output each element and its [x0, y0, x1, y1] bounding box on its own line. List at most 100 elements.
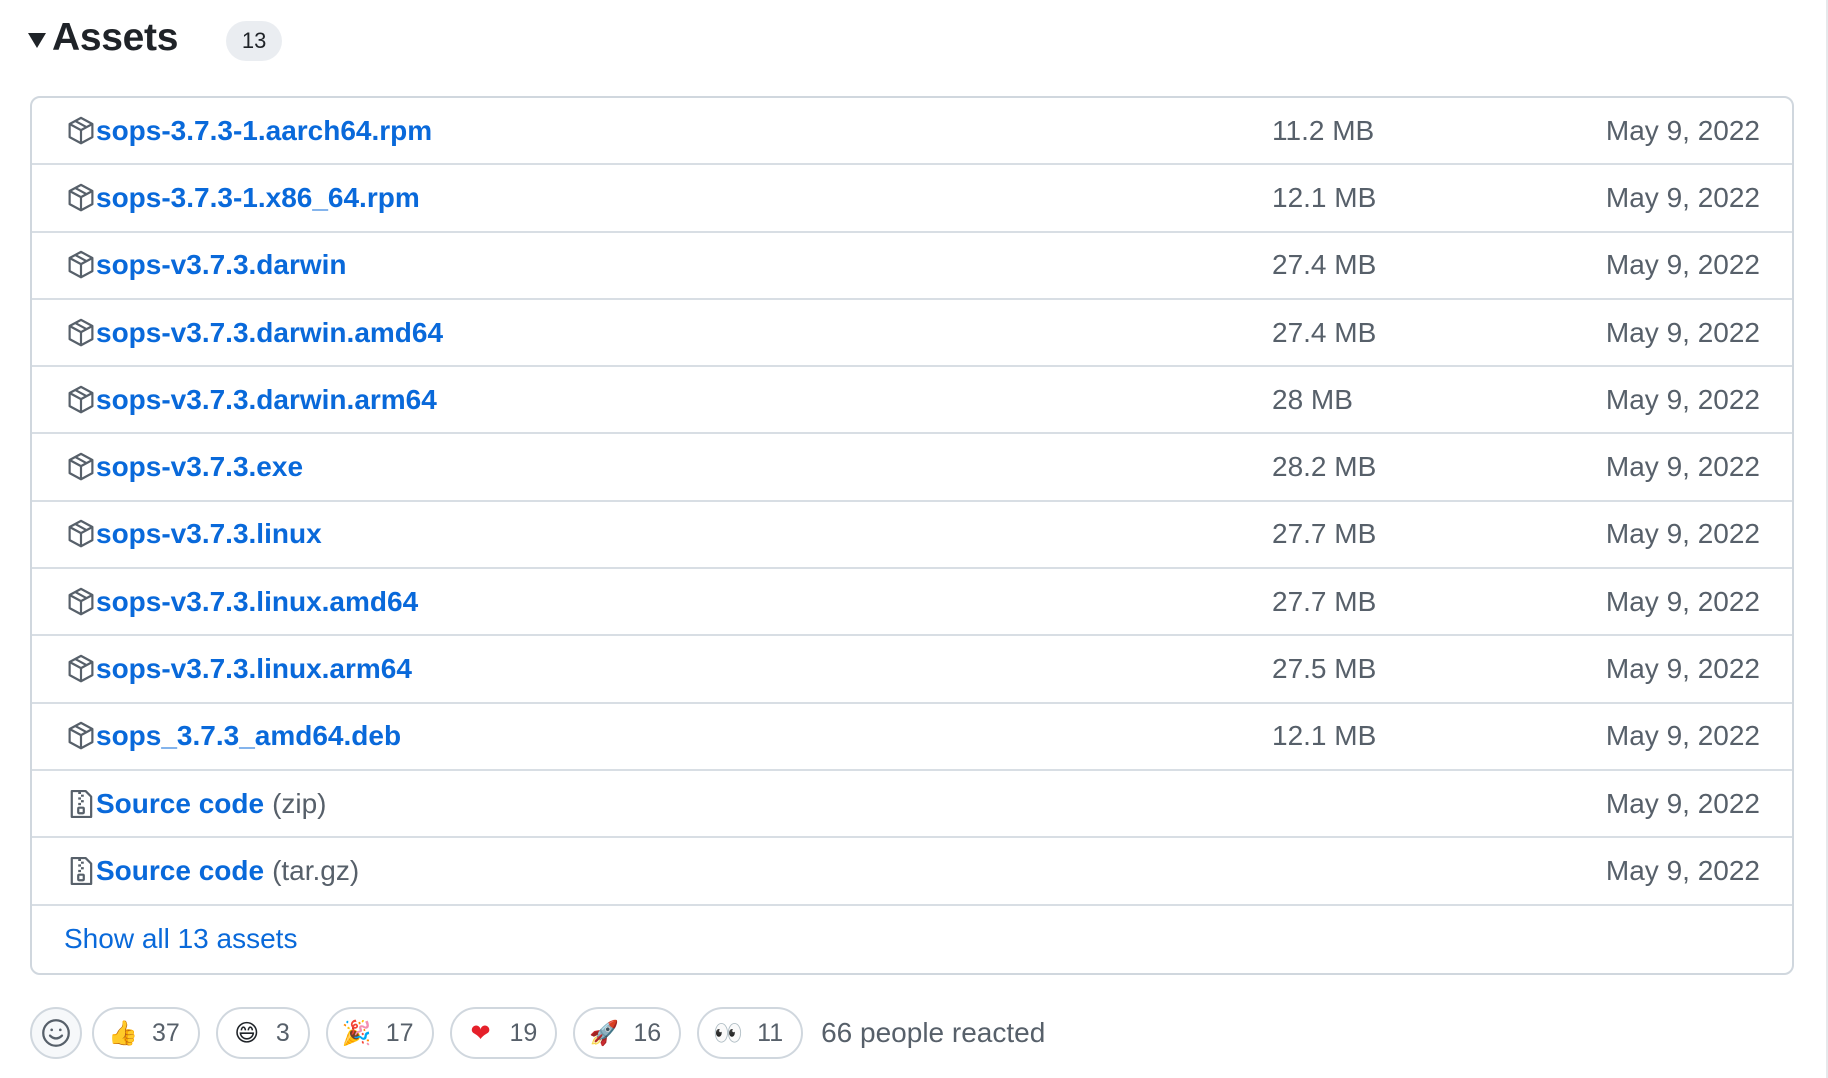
reaction-count: 19: [509, 1018, 538, 1047]
reactions-summary: 66 people reacted: [821, 1017, 1046, 1048]
reaction-count: 11: [757, 1018, 784, 1047]
asset-name: sops-v3.7.3.darwin.amd64: [96, 316, 444, 348]
asset-size: 11.2 MB: [1272, 114, 1375, 146]
asset-size: 27.5 MB: [1272, 653, 1377, 685]
file-zip-icon: [66, 788, 96, 820]
asset-date: May 9, 2022: [1605, 585, 1760, 617]
asset-format: (tar.gz): [272, 854, 360, 886]
file-zip-icon: [66, 855, 96, 887]
asset-download-link[interactable]: sops-v3.7.3.exe: [96, 451, 303, 483]
asset-size: 28.2 MB: [1272, 451, 1377, 483]
asset-download-link[interactable]: sops-3.7.3-1.aarch64.rpm: [96, 115, 432, 147]
asset-row: sops-v3.7.3.darwin.arm64 28 MB May 9, 2022: [32, 367, 1792, 435]
reaction-count: 17: [385, 1018, 414, 1047]
asset-row: sops-v3.7.3.linux 27.7 MB May 9, 2022: [32, 502, 1792, 570]
package-icon: [66, 518, 96, 550]
caret-down-icon[interactable]: [28, 32, 46, 48]
assets-list: sops-3.7.3-1.aarch64.rpm 11.2 MB May 9, 20…: [30, 96, 1794, 975]
asset-row: sops-3.7.3-1.x86_64.rpm 12.1 MB May 9, 202…: [32, 165, 1792, 233]
asset-name: sops_3.7.3_amd64.deb: [96, 720, 402, 752]
eyes-icon: 👀: [713, 1019, 744, 1047]
asset-name: sops-v3.7.3.linux.amd64: [96, 585, 419, 617]
asset-download-link[interactable]: sops-v3.7.3.linux.arm64: [96, 653, 412, 685]
asset-date: May 9, 2022: [1605, 518, 1760, 550]
asset-download-link[interactable]: sops-v3.7.3.linux.amd64: [96, 586, 418, 618]
heart-icon: ❤: [470, 1019, 491, 1047]
asset-size: 12.1 MB: [1272, 181, 1377, 213]
asset-date: May 9, 2022: [1605, 854, 1760, 886]
reaction-count: 16: [633, 1018, 662, 1047]
reactions-bar: 👍 37 😄 3 🎉 17 ❤ 19 🚀 16 👀 11 66 people reacted: [30, 1007, 1045, 1059]
asset-date: May 9, 2022: [1605, 451, 1760, 483]
asset-size: 27.7 MB: [1272, 518, 1377, 550]
asset-date: May 9, 2022: [1605, 653, 1760, 685]
package-icon: [66, 653, 96, 685]
asset-date: May 9, 2022: [1605, 316, 1760, 348]
asset-row: sops-3.7.3-1.aarch64.rpm 11.2 MB May 9, 20…: [32, 98, 1792, 166]
asset-date: May 9, 2022: [1605, 787, 1760, 819]
reaction-button[interactable]: 🎉 17: [325, 1007, 434, 1059]
package-icon: [66, 249, 96, 281]
asset-name: sops-v3.7.3.linux.arm64: [96, 653, 412, 685]
reaction-button[interactable]: 👍 37: [92, 1007, 200, 1059]
asset-name: sops-3.7.3-1.aarch64.rpm: [96, 114, 433, 146]
asset-row: sops-v3.7.3.exe 28.2 MB May 9, 2022: [32, 434, 1792, 502]
asset-size: 27.4 MB: [1272, 249, 1377, 281]
package-icon: [66, 451, 96, 483]
reaction-button[interactable]: 🚀 16: [573, 1007, 682, 1059]
reaction-count: 37: [152, 1018, 180, 1047]
asset-row: sops_3.7.3_amd64.deb 12.1 MB May 9, 2022: [32, 704, 1792, 771]
assets-title[interactable]: Assets: [52, 16, 178, 60]
reaction-count: 3: [275, 1018, 290, 1047]
asset-format: (zip): [272, 787, 327, 819]
asset-download-link[interactable]: Source code (tar.gz): [96, 855, 359, 887]
thumbs-up-icon: 👍: [108, 1019, 138, 1047]
show-all-row: Show all 13 assets: [32, 906, 1792, 973]
reaction-button[interactable]: 😄 3: [215, 1007, 310, 1059]
asset-name: sops-3.7.3-1.x86_64.rpm: [96, 181, 420, 213]
asset-name: sops-v3.7.3.linux: [96, 518, 322, 550]
asset-row: sops-v3.7.3.linux.arm64 27.5 MB May 9, 202…: [32, 636, 1792, 704]
package-icon: [66, 720, 96, 752]
add-reaction-button[interactable]: [30, 1007, 82, 1059]
asset-size: 27.4 MB: [1272, 316, 1377, 348]
asset-download-link[interactable]: sops-3.7.3-1.x86_64.rpm: [96, 182, 420, 214]
asset-size: 27.7 MB: [1272, 585, 1377, 617]
release-assets-page: Assets 13 sops-3.7.3-1.aarch64.rpm 11.2 M…: [0, 0, 1828, 1078]
asset-download-link[interactable]: sops-v3.7.3.darwin: [96, 249, 347, 281]
asset-size: 12.1 MB: [1272, 720, 1377, 752]
package-icon: [66, 182, 96, 214]
asset-download-link[interactable]: sops-v3.7.3.darwin.arm64: [96, 384, 437, 416]
asset-download-link[interactable]: sops-v3.7.3.darwin.amd64: [96, 317, 443, 349]
reaction-button[interactable]: 👀 11: [697, 1007, 804, 1059]
package-icon: [66, 115, 96, 147]
smiley-icon: [41, 1018, 71, 1048]
assets-count-badge: 13: [226, 21, 283, 61]
asset-date: May 9, 2022: [1605, 720, 1760, 752]
package-icon: [66, 586, 96, 618]
asset-size: 28 MB: [1272, 383, 1353, 415]
asset-name: Source code: [96, 787, 265, 819]
asset-name: Source code: [96, 854, 265, 886]
hooray-icon: 🎉: [341, 1019, 372, 1047]
asset-name: sops-v3.7.3.darwin.arm64: [96, 383, 437, 415]
asset-download-link[interactable]: sops-v3.7.3.linux: [96, 518, 322, 550]
asset-date: May 9, 2022: [1605, 181, 1760, 213]
package-icon: [66, 317, 96, 349]
asset-row: sops-v3.7.3.linux.amd64 27.7 MB May 9, 202…: [32, 569, 1792, 637]
laugh-icon: 😄: [234, 1019, 260, 1047]
asset-row: Source code (zip) May 9, 2022: [32, 771, 1792, 839]
asset-download-link[interactable]: Source code (zip): [96, 788, 327, 820]
asset-name: sops-v3.7.3.exe: [96, 451, 304, 483]
asset-row: sops-v3.7.3.darwin.amd64 27.4 MB May 9, 20…: [32, 300, 1792, 368]
asset-download-link[interactable]: sops_3.7.3_amd64.deb: [96, 720, 401, 752]
asset-date: May 9, 2022: [1605, 249, 1760, 281]
asset-name: sops-v3.7.3.darwin: [96, 249, 347, 281]
asset-row: Source code (tar.gz) May 9, 2022: [32, 838, 1792, 906]
show-all-assets-link[interactable]: Show all 13 assets: [64, 923, 297, 955]
assets-header: Assets 13: [28, 12, 283, 64]
rocket-icon: 🚀: [589, 1019, 620, 1047]
package-icon: [66, 384, 96, 416]
reaction-button[interactable]: ❤ 19: [449, 1007, 558, 1059]
asset-date: May 9, 2022: [1605, 114, 1760, 146]
